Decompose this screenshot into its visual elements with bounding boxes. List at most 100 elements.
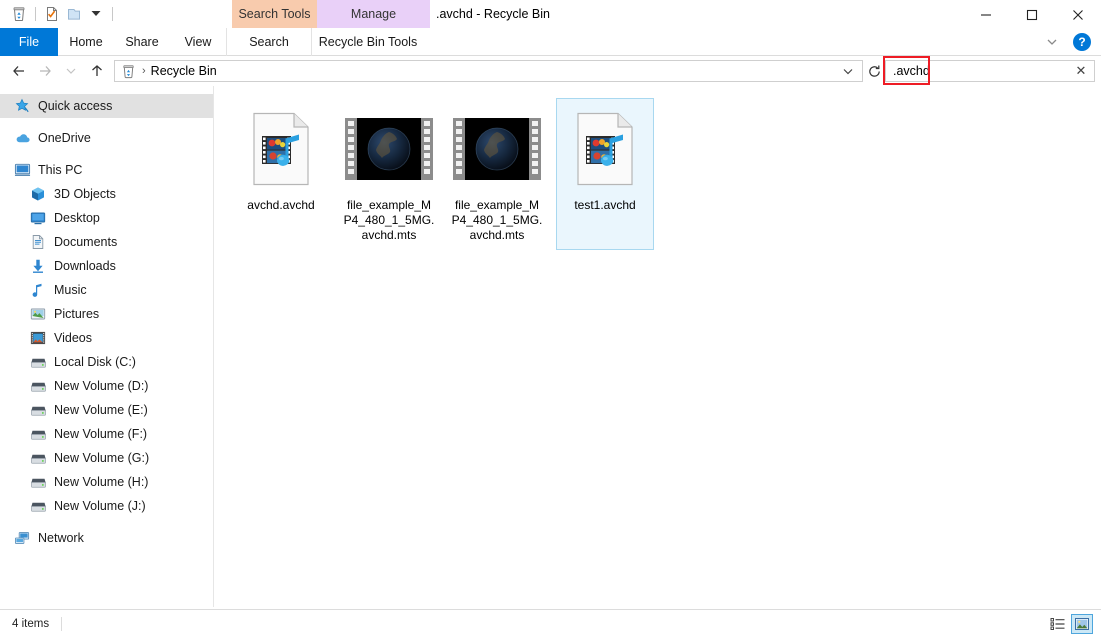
sidebar-item-new-volume-e[interactable]: New Volume (E:) — [0, 398, 213, 422]
recent-locations-button[interactable] — [58, 58, 84, 84]
item-count: 4 items — [12, 617, 50, 630]
sidebar-item-label: 3D Objects — [54, 187, 116, 201]
tab-share[interactable]: Share — [114, 28, 170, 56]
videos-icon — [28, 328, 48, 348]
sidebar-item-videos[interactable]: Videos — [0, 326, 213, 350]
sidebar-item-network[interactable]: Network — [0, 526, 213, 550]
sidebar-item-onedrive[interactable]: OneDrive — [0, 126, 213, 150]
sidebar-item-new-volume-f[interactable]: New Volume (F:) — [0, 422, 213, 446]
window-controls — [963, 0, 1101, 30]
tab-search[interactable]: Search — [226, 28, 311, 56]
close-button[interactable] — [1055, 0, 1101, 30]
video-thumbnail-earth — [453, 103, 541, 195]
file-name-label: avchd.avchd — [247, 198, 315, 212]
sidebar-item-documents[interactable]: Documents — [0, 230, 213, 254]
large-icons-view-button[interactable] — [1071, 613, 1093, 634]
sidebar-item-this-pc[interactable]: This PC — [0, 158, 213, 182]
recycle-bin-icon[interactable] — [8, 3, 30, 25]
toolbar-divider — [35, 7, 36, 21]
quick-access-toolbar — [0, 0, 118, 28]
drive-icon — [28, 352, 48, 372]
sidebar-item-new-volume-d[interactable]: New Volume (D:) — [0, 374, 213, 398]
file-name-label: test1.avchd — [574, 198, 636, 212]
search-tools-group-label: Search Tools — [232, 0, 317, 28]
sidebar-item-label: New Volume (E:) — [54, 403, 148, 417]
tab-home[interactable]: Home — [58, 28, 114, 56]
up-button[interactable] — [84, 58, 110, 84]
breadcrumb[interactable]: › Recycle Bin — [114, 60, 863, 82]
sidebar-item-local-disk-c[interactable]: Local Disk (C:) — [0, 350, 213, 374]
nav-group-spacer — [0, 150, 213, 158]
status-bar: 4 items — [0, 609, 1101, 637]
sidebar-item-new-volume-g[interactable]: New Volume (G:) — [0, 446, 213, 470]
sidebar-item-label: Network — [38, 531, 84, 545]
sidebar-item-quick-access[interactable]: Quick access — [0, 94, 213, 118]
view-mode-buttons — [1047, 613, 1101, 634]
drive-icon — [28, 376, 48, 396]
sidebar-item-downloads[interactable]: Downloads — [0, 254, 213, 278]
details-view-button[interactable] — [1047, 614, 1069, 634]
drive-icon — [28, 448, 48, 468]
navigation-pane: Quick access OneDrive This PC 3D Objects Des… — [0, 86, 214, 607]
drive-icon — [28, 472, 48, 492]
status-divider — [61, 616, 63, 631]
ribbon-tab-row: File Home Share View Search Recycle Bin … — [0, 28, 1101, 56]
recycle-bin-icon — [119, 64, 137, 79]
nav-group-spacer — [0, 518, 213, 526]
sidebar-item-label: New Volume (H:) — [54, 475, 149, 489]
file-item[interactable]: avchd.avchd — [232, 98, 330, 250]
breadcrumb-separator: › — [142, 65, 146, 77]
cloud-icon — [12, 128, 32, 148]
drive-icon — [28, 496, 48, 516]
sidebar-item-desktop[interactable]: Desktop — [0, 206, 213, 230]
sidebar-item-label: Downloads — [54, 259, 116, 273]
sidebar-item-label: OneDrive — [38, 131, 91, 145]
sidebar-item-label: New Volume (F:) — [54, 427, 148, 441]
forward-button[interactable] — [32, 58, 58, 84]
title-bar: Search Tools Manage .avchd - Recycle Bin — [0, 0, 1101, 28]
chevron-down-icon[interactable] — [1041, 31, 1063, 53]
content-pane[interactable]: avchd.avchd file_example_MP4_480_1_5MG.av… — [214, 86, 1101, 607]
toolbar-divider-2 — [112, 7, 113, 21]
search-input[interactable]: .avchd ✕ — [883, 56, 1095, 85]
file-item[interactable]: file_example_MP4_480_1_5MG.avchd.mts — [448, 98, 546, 250]
drive-icon — [28, 400, 48, 420]
address-bar-row: › Recycle Bin .avchd ✕ — [0, 56, 1101, 86]
sidebar-item-label: New Volume (D:) — [54, 379, 149, 393]
sidebar-item-label: This PC — [38, 163, 83, 177]
sidebar-item-new-volume-h[interactable]: New Volume (H:) — [0, 470, 213, 494]
sidebar-item-music[interactable]: Music — [0, 278, 213, 302]
tab-view[interactable]: View — [170, 28, 226, 56]
tab-file[interactable]: File — [0, 28, 58, 56]
ribbon-right-controls: ? — [1041, 28, 1097, 56]
refresh-button[interactable] — [863, 60, 885, 82]
sidebar-item-pictures[interactable]: Pictures — [0, 302, 213, 326]
folder-icon[interactable] — [63, 3, 85, 25]
video-thumbnail-earth — [345, 103, 433, 195]
chevron-down-icon[interactable] — [85, 3, 107, 25]
contextual-tab-groups: Search Tools Manage — [232, 0, 430, 28]
close-icon[interactable]: ✕ — [1072, 63, 1090, 79]
properties-icon[interactable] — [41, 3, 63, 25]
network-icon — [12, 528, 32, 548]
explorer-body: Quick access OneDrive This PC 3D Objects Des… — [0, 86, 1101, 607]
tab-recycle-bin-tools[interactable]: Recycle Bin Tools — [311, 28, 424, 56]
maximize-button[interactable] — [1009, 0, 1055, 30]
chevron-down-icon[interactable] — [838, 65, 858, 77]
sidebar-item-label: Pictures — [54, 307, 100, 321]
sidebar-item-new-volume-j[interactable]: New Volume (J:) — [0, 494, 213, 518]
documents-icon — [28, 232, 48, 252]
file-item[interactable]: file_example_MP4_480_1_5MG.avchd.mts — [340, 98, 438, 250]
file-item[interactable]: test1.avchd — [556, 98, 654, 250]
star-pin-icon — [12, 96, 32, 116]
back-button[interactable] — [6, 58, 32, 84]
minimize-button[interactable] — [963, 0, 1009, 30]
file-name-label: file_example_MP4_480_1_5MG.avchd.mts — [451, 198, 543, 242]
file-name-label: file_example_MP4_480_1_5MG.avchd.mts — [343, 198, 435, 242]
help-button[interactable]: ? — [1073, 33, 1091, 51]
sidebar-item-label: Quick access — [38, 99, 113, 113]
sidebar-item-label: Documents — [54, 235, 118, 249]
sidebar-item-3d-objects[interactable]: 3D Objects — [0, 182, 213, 206]
monitor-icon — [12, 160, 32, 180]
music-note-icon — [28, 280, 48, 300]
